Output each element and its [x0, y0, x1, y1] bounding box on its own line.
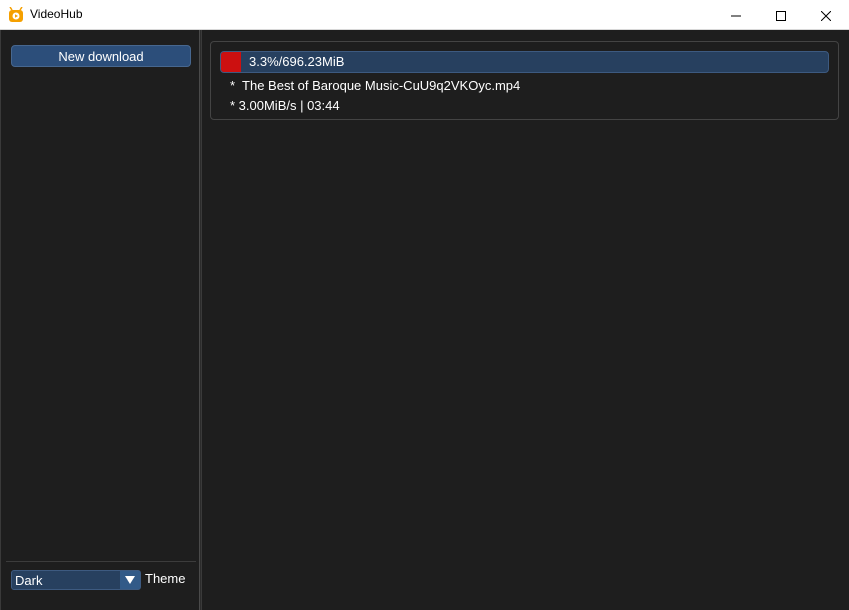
download-stats: * 3.00MiB/s | 03:44 — [230, 98, 340, 113]
progress-fill — [221, 52, 242, 72]
dropdown-arrow-icon[interactable] — [120, 571, 140, 589]
minimize-button[interactable] — [713, 0, 759, 30]
videohub-app-icon — [8, 6, 24, 23]
progress-text: 3.3%/696.23MiB — [249, 54, 345, 69]
theme-selected-value: Dark — [15, 573, 43, 588]
title-bar: VideoHub — [0, 0, 849, 30]
download-filename: * The Best of Baroque Music-CuU9q2VKOyc.… — [230, 78, 521, 93]
close-button[interactable] — [803, 0, 849, 30]
theme-label: Theme — [145, 571, 186, 586]
close-icon — [820, 6, 832, 25]
downloads-panel: 3.3%/696.23MiB * The Best of Baroque Mus… — [202, 30, 849, 610]
download-progress-bar: 3.3%/696.23MiB — [220, 51, 829, 73]
new-download-button[interactable]: New download — [11, 45, 191, 67]
theme-dropdown[interactable]: Dark — [11, 570, 141, 590]
minimize-icon — [731, 6, 741, 25]
sidebar-divider — [6, 561, 196, 562]
window-title: VideoHub — [30, 7, 83, 21]
sidebar: New download Dark Theme — [0, 30, 199, 610]
maximize-icon — [776, 6, 786, 25]
maximize-button[interactable] — [758, 0, 804, 30]
download-item: 3.3%/696.23MiB * The Best of Baroque Mus… — [210, 41, 839, 120]
